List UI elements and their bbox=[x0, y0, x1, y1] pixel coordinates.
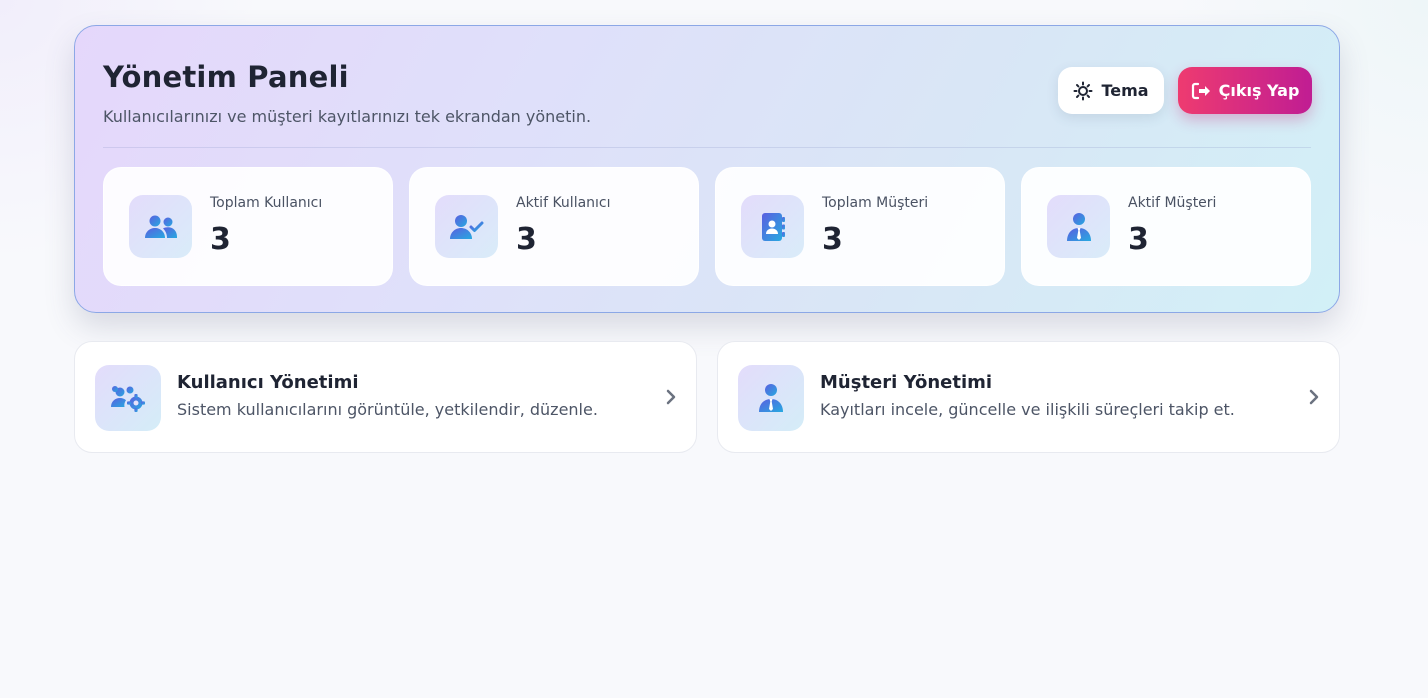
stat-label: Aktif Müşteri bbox=[1128, 195, 1217, 211]
sign-out-icon bbox=[1191, 82, 1211, 100]
stat-label: Toplam Kullanıcı bbox=[210, 195, 323, 211]
user-check-icon bbox=[435, 195, 498, 258]
logout-button[interactable]: Çıkış Yap bbox=[1178, 67, 1312, 114]
user-tie-icon bbox=[738, 365, 804, 431]
card-description: Sistem kullanıcılarını görüntüle, yetkil… bbox=[177, 400, 598, 419]
users-gear-icon bbox=[95, 365, 161, 431]
address-book-icon bbox=[741, 195, 804, 258]
user-management-card[interactable]: Kullanıcı Yönetimi Sistem kullanıcıların… bbox=[74, 341, 697, 453]
sun-icon bbox=[1073, 81, 1093, 101]
card-title: Kullanıcı Yönetimi bbox=[177, 372, 359, 393]
stat-value: 3 bbox=[210, 222, 231, 257]
user-tie-icon bbox=[1047, 195, 1110, 258]
stat-value: 3 bbox=[822, 222, 843, 257]
card-description: Kayıtları incele, güncelle ve ilişkili s… bbox=[820, 400, 1235, 419]
theme-button-label: Tema bbox=[1101, 81, 1149, 100]
stat-card-active-customers: Aktif Müşteri 3 bbox=[1021, 167, 1311, 286]
page-subtitle: Kullanıcılarınızı ve müşteri kayıtlarını… bbox=[103, 107, 592, 126]
stat-label: Toplam Müşteri bbox=[822, 195, 929, 211]
logout-button-label: Çıkış Yap bbox=[1218, 81, 1300, 100]
users-icon bbox=[129, 195, 192, 258]
dashboard-header: Yönetim Paneli Kullanıcılarınızı ve müşt… bbox=[74, 25, 1340, 313]
stat-card-active-users: Aktif Kullanıcı 3 bbox=[409, 167, 699, 286]
page-title: Yönetim Paneli bbox=[103, 60, 349, 94]
stat-card-total-users: Toplam Kullanıcı 3 bbox=[103, 167, 393, 286]
stat-card-total-customers: Toplam Müşteri 3 bbox=[715, 167, 1005, 286]
header-divider bbox=[103, 147, 1311, 148]
stat-value: 3 bbox=[516, 222, 537, 257]
chevron-right-icon bbox=[666, 389, 676, 409]
chevron-right-icon bbox=[1309, 389, 1319, 409]
stat-label: Aktif Kullanıcı bbox=[516, 195, 611, 211]
card-title: Müşteri Yönetimi bbox=[820, 372, 993, 393]
stat-value: 3 bbox=[1128, 222, 1149, 257]
customer-management-card[interactable]: Müşteri Yönetimi Kayıtları incele, günce… bbox=[717, 341, 1340, 453]
theme-button[interactable]: Tema bbox=[1058, 67, 1164, 114]
